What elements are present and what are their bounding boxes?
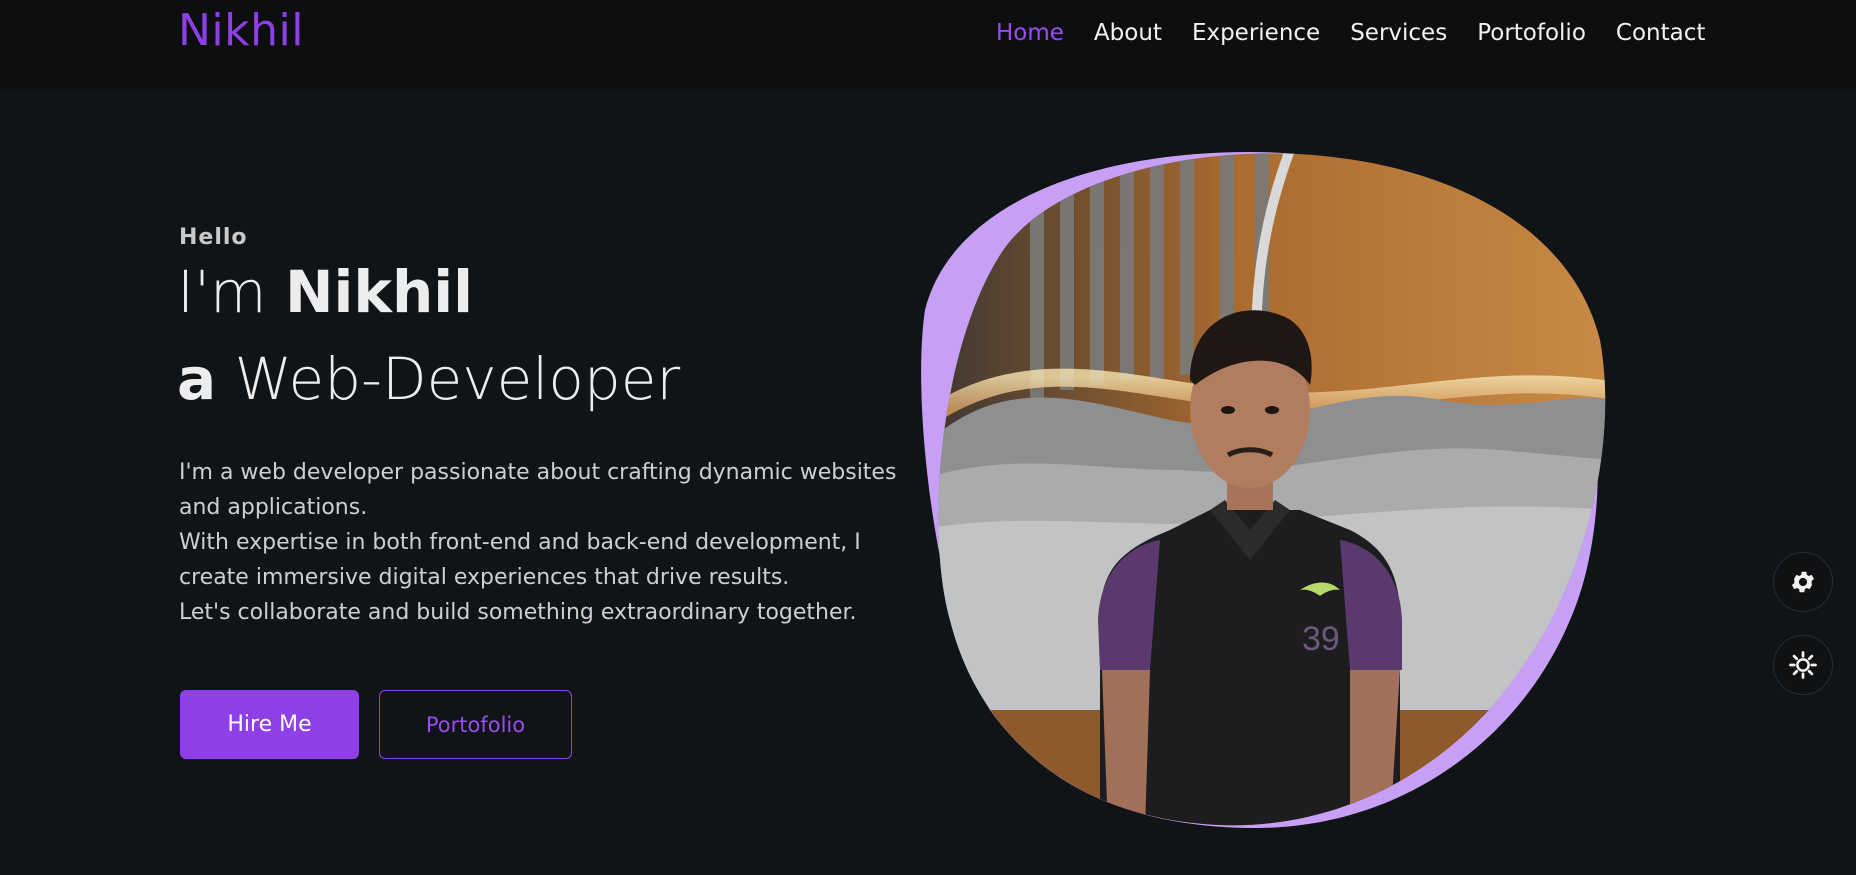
nav-home[interactable]: Home (996, 20, 1064, 46)
description-line: With expertise in both front-end and bac… (179, 530, 861, 590)
gear-icon (1791, 571, 1815, 593)
description-line: Let's collaborate and build something ex… (179, 600, 857, 625)
nav-services[interactable]: Services (1350, 20, 1447, 46)
main-nav: Home About Experience Services Portofoli… (996, 20, 1735, 46)
nav-about[interactable]: About (1094, 20, 1162, 46)
portrait-photo: 39 (921, 152, 1606, 829)
nav-portfolio[interactable]: Portofolio (1477, 20, 1586, 46)
svg-text:39: 39 (1302, 620, 1340, 658)
top-navbar: Nikhil Home About Experience Services Po… (0, 0, 1856, 91)
role-prefix: a (177, 345, 217, 413)
theme-toggle-button[interactable] (1773, 635, 1833, 695)
intro-prefix: I'm (177, 258, 267, 326)
description-line: I'm a web developer passionate about cra… (179, 460, 897, 520)
nav-contact[interactable]: Contact (1616, 20, 1705, 46)
nav-experience[interactable]: Experience (1192, 20, 1320, 46)
hero-role: a Web-Developer (177, 345, 680, 413)
hire-me-button[interactable]: Hire Me (180, 690, 359, 759)
hero-name: Nikhil (285, 258, 474, 326)
site-logo[interactable]: Nikhil (178, 5, 304, 56)
role-title: Web-Developer (234, 345, 681, 413)
hero-description: I'm a web developer passionate about cra… (179, 455, 899, 630)
hero-greeting: Hello (179, 225, 248, 250)
sun-gear-icon (1789, 651, 1817, 679)
settings-button[interactable] (1773, 552, 1833, 612)
portfolio-button[interactable]: Portofolio (379, 690, 572, 759)
hero-headline: I'm Nikhil (177, 258, 473, 326)
